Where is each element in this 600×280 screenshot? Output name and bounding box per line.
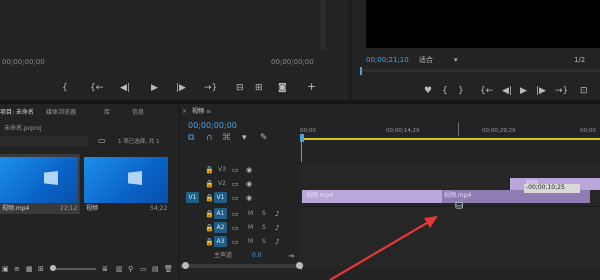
- video-thumbnail: [84, 157, 168, 203]
- resolution-label[interactable]: 1/2: [574, 56, 585, 64]
- program-timecode[interactable]: 00;00;21;10: [366, 56, 409, 64]
- program-playhead[interactable]: [360, 67, 362, 75]
- step-back-icon-program[interactable]: ◀|: [502, 86, 512, 96]
- freeform-view-icon[interactable]: ⊞: [38, 264, 44, 274]
- zoom-slider[interactable]: [52, 268, 96, 270]
- new-item-icon[interactable]: ▤: [152, 264, 159, 274]
- thumbnail-item[interactable]: 视频.mp4 22;12: [0, 154, 80, 214]
- overwrite-icon[interactable]: ⊞: [255, 83, 263, 93]
- play-icon-program[interactable]: ▶: [520, 86, 527, 96]
- export-frame-icon[interactable]: ◙: [278, 83, 287, 93]
- tab-info[interactable]: 信息: [132, 109, 144, 117]
- find-icon[interactable]: ⚲: [128, 264, 133, 274]
- source-timecode-left[interactable]: 00;00;00;00: [2, 58, 45, 66]
- automate-icon[interactable]: ▥: [116, 264, 123, 274]
- fit-dropdown-chevron-icon[interactable]: ▾: [454, 55, 458, 65]
- red-arrow-head: [424, 216, 438, 228]
- red-arrow-annotation: [329, 216, 438, 280]
- selection-info: 1 项已选择, 共 1: [118, 139, 160, 145]
- windows-logo-icon: [128, 171, 142, 185]
- sort-icon[interactable]: ≣: [102, 264, 108, 274]
- go-to-in-icon-program[interactable]: {←: [480, 86, 493, 96]
- go-to-in-icon[interactable]: {←: [90, 83, 103, 93]
- tab-media-browser[interactable]: 媒体浏览器: [46, 109, 76, 117]
- insert-icon[interactable]: ⊟: [236, 83, 244, 93]
- add-button-icon[interactable]: +: [307, 81, 316, 92]
- program-scrub-bar[interactable]: [360, 69, 600, 72]
- source-monitor-viewer: [0, 0, 320, 50]
- project-search-input[interactable]: [0, 136, 88, 146]
- windows-logo-icon: [44, 171, 58, 185]
- project-panel: 项目: 未命名 媒体浏览器 库 信息 未命名.prproj ▭ 1 项已选择, …: [0, 104, 178, 280]
- program-monitor-viewer: [366, 0, 600, 48]
- source-monitor: 00;00;00;00 00;00;00;00 { {← ◀| ▶ |▶ →} …: [0, 0, 348, 100]
- marker-icon[interactable]: ♥: [424, 86, 432, 96]
- red-arrow-shaft: [329, 219, 433, 280]
- go-to-out-icon-program[interactable]: →}: [555, 86, 568, 96]
- clear-icon[interactable]: 🗑: [164, 264, 173, 274]
- lift-icon[interactable]: ⊡: [580, 86, 588, 96]
- folder-icon[interactable]: ▭: [98, 136, 106, 146]
- list-view-icon[interactable]: ≡: [14, 264, 20, 274]
- mark-in-icon-program[interactable]: {: [442, 86, 448, 96]
- step-forward-icon[interactable]: |▶: [176, 83, 186, 93]
- mark-out-icon-program[interactable]: }: [458, 86, 464, 96]
- program-monitor: 00;00;21;10 适合 ▾ 1/2 ♥ { } {← ◀| ▶ |▶ →}…: [352, 0, 600, 100]
- new-bin-icon[interactable]: ▭: [140, 264, 147, 274]
- project-file-name: 未命名.prproj: [4, 125, 42, 132]
- lock-icon[interactable]: ▣: [2, 264, 9, 274]
- source-timecode-right: 00;00;00;00: [271, 58, 314, 66]
- thumbnail-item[interactable]: 视频 54;22: [84, 154, 168, 214]
- icon-view-icon[interactable]: ▦: [26, 264, 33, 274]
- thumbnail-name: 视频: [86, 205, 99, 212]
- thumbnail-duration: 22;12: [60, 205, 78, 212]
- video-thumbnail: [0, 157, 78, 203]
- source-monitor-scrollbar[interactable]: [320, 0, 326, 50]
- tab-libraries[interactable]: 库: [104, 109, 110, 117]
- thumbnail-name: 视频.mp4: [2, 205, 30, 212]
- step-back-icon[interactable]: ◀|: [120, 83, 130, 93]
- go-to-out-icon[interactable]: →}: [204, 83, 217, 93]
- tab-project[interactable]: 项目: 未命名: [0, 109, 34, 117]
- thumbnail-duration: 54;22: [150, 205, 168, 212]
- step-forward-icon-program[interactable]: |▶: [536, 86, 546, 96]
- mark-in-icon[interactable]: {: [62, 83, 68, 93]
- play-icon[interactable]: ▶: [151, 83, 158, 93]
- zoom-slider-handle[interactable]: [50, 265, 56, 271]
- fit-dropdown[interactable]: 适合: [419, 56, 433, 64]
- timeline-panel: × 视频 ≡ 00;00;00;00 ⧉ ∩ ⌘ ▾ ✎ 00;00 00;00…: [180, 104, 600, 280]
